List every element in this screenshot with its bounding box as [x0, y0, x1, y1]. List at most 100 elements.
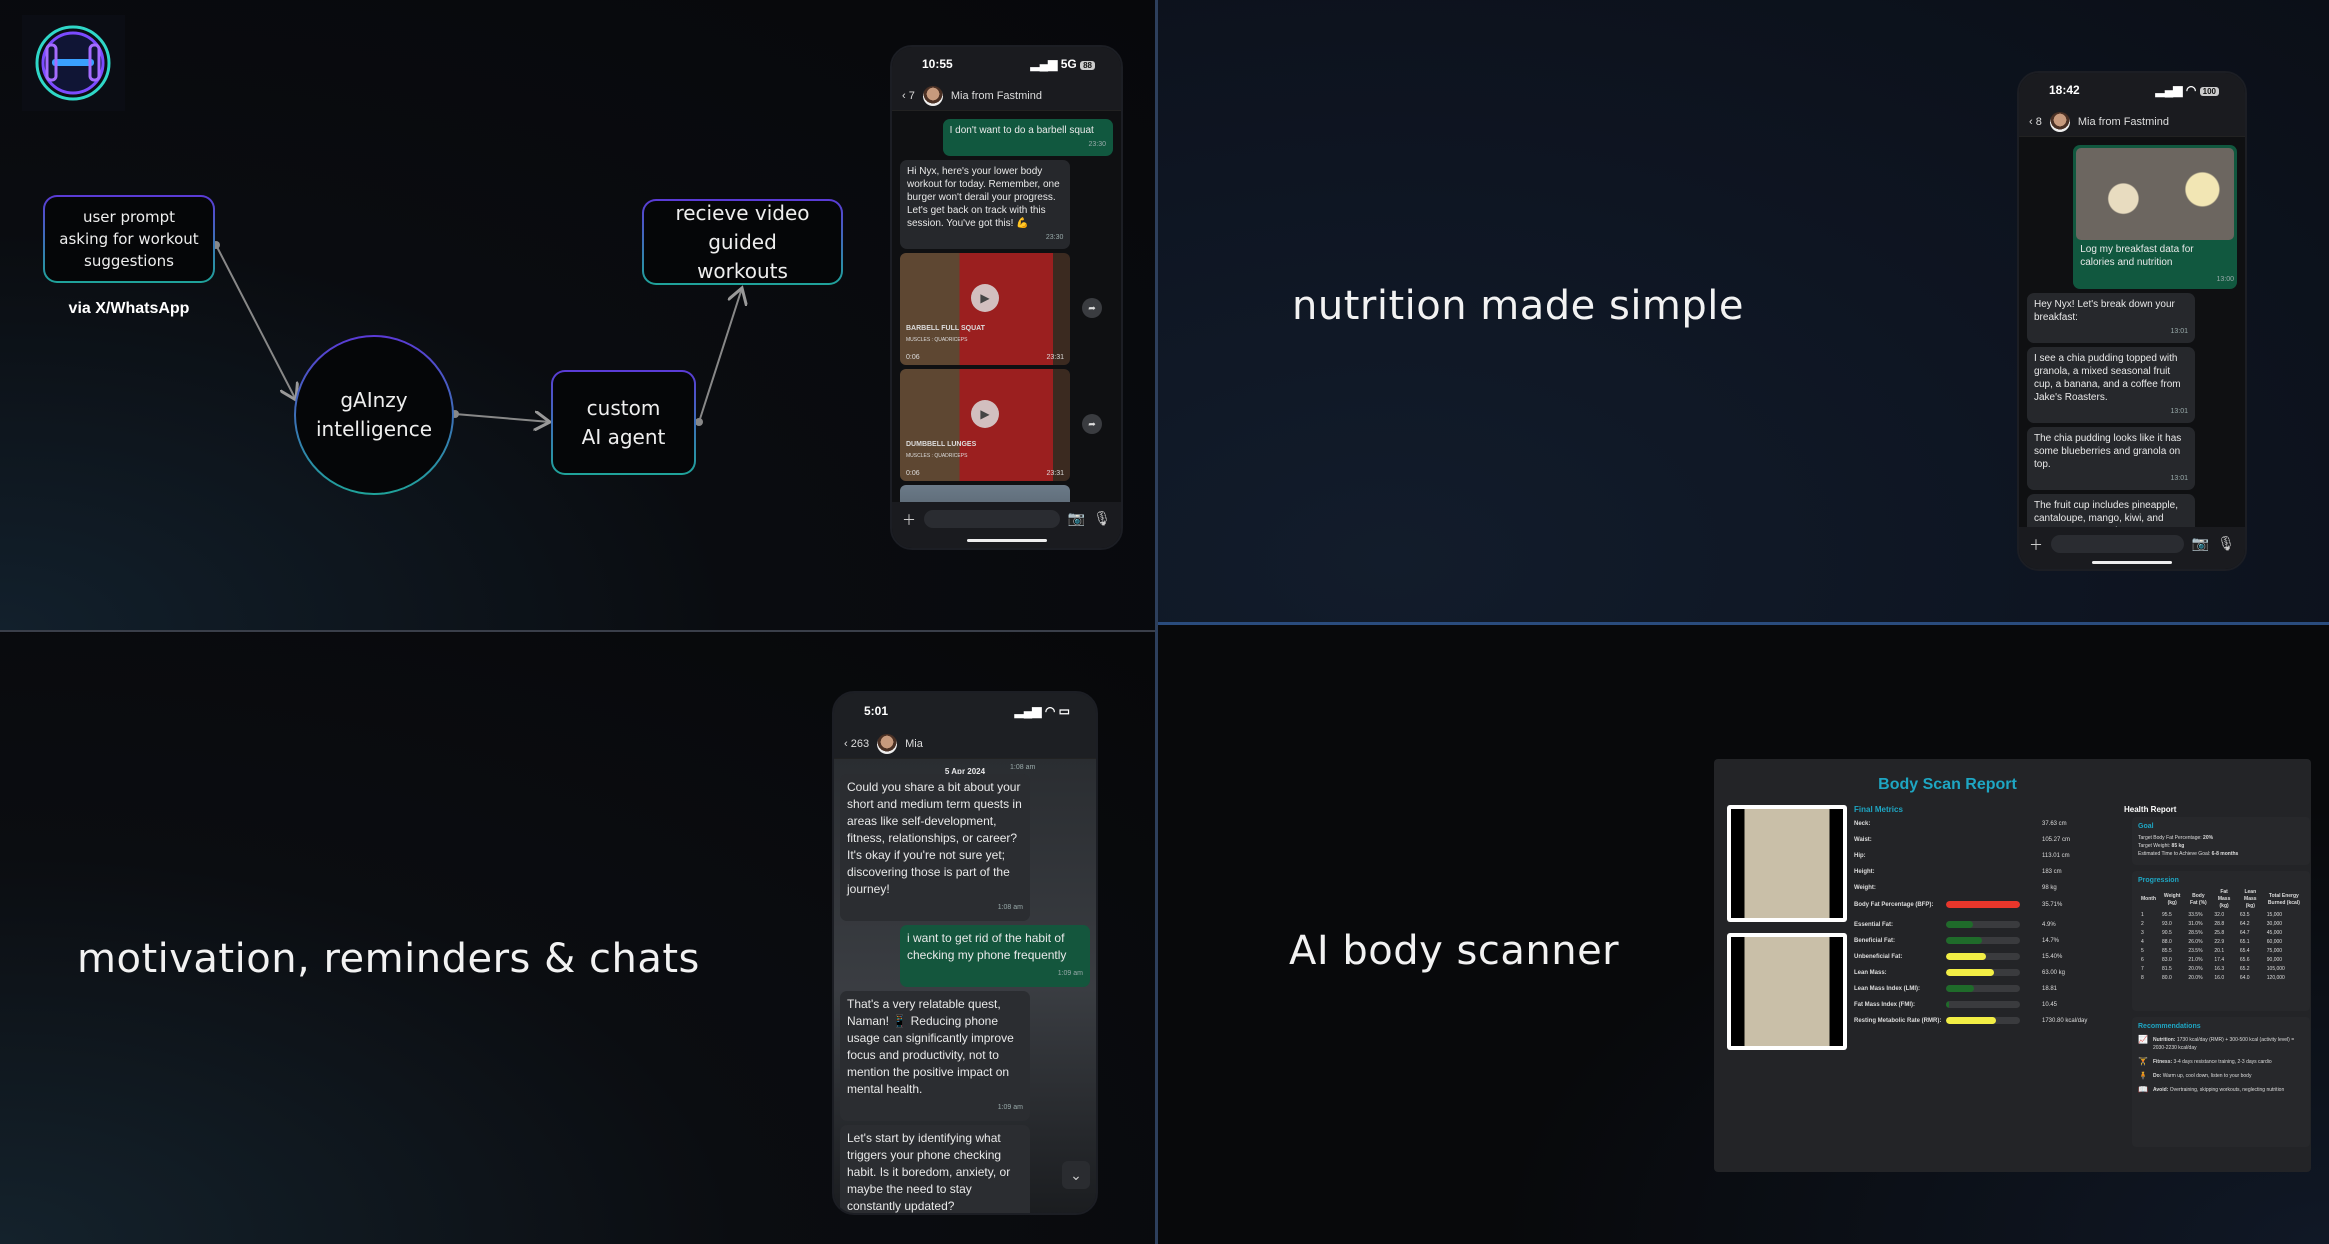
user-prompt-node: user prompt asking for workout suggestio…	[43, 195, 215, 283]
metric-row: Resting Metabolic Rate (RMR): 1730.80 kca…	[1854, 1017, 2144, 1024]
metric-label: Waist:	[1854, 837, 1872, 843]
camera-icon[interactable]: 📷	[2192, 535, 2209, 552]
message-text: Hi Nyx, here's your lower body workout f…	[907, 166, 1060, 229]
table-cell: 5	[2141, 948, 2144, 954]
chat-message[interactable]: The chia pudding looks like it has some …	[2027, 427, 2195, 490]
back-button[interactable]: ‹ 7	[902, 90, 915, 102]
contact-name[interactable]: Mia from Fastmind	[2078, 116, 2169, 128]
recommendation-detail: Warm up, cool down, listen to your body	[2161, 1073, 2252, 1079]
status-time: 18:42	[2049, 83, 2080, 97]
table-cell: 15,000	[2266, 912, 2283, 918]
chat-thread: 1:08 am 5 Apr 2024 Could you share a bit…	[834, 759, 1096, 1213]
metric-label: Body Fat Percentage (BFP):	[1854, 901, 1934, 908]
table-cell: 75,000	[2266, 948, 2283, 954]
message-text: I don't want to do a barbell squat	[949, 125, 1094, 136]
video-workouts-node: recieve video guided workouts	[642, 199, 843, 285]
microphone-icon[interactable]: 🎙	[2217, 535, 2235, 552]
table-cell: 80.0	[2162, 975, 2172, 981]
recommendation-label: Fitness:	[2152, 1059, 2173, 1065]
table-cell: 28.5%	[2188, 930, 2203, 936]
status-time: 10:55	[922, 57, 953, 71]
camera-icon[interactable]: 📷	[1068, 510, 1085, 527]
metric-bar-fill	[1946, 953, 1986, 960]
table-cell: 88.0	[2162, 939, 2172, 945]
microphone-icon[interactable]: 🎙	[1093, 510, 1111, 527]
table-cell: 45,000	[2266, 930, 2283, 936]
table-row: 7 81.5 20.0% 16.3 65.2 105,000	[2138, 965, 2304, 974]
back-button[interactable]: ‹ 263	[844, 738, 869, 750]
video-duration: 0:06	[906, 354, 920, 361]
metric-value: 98 kg	[2042, 885, 2057, 891]
recommendation-item: 📖 Avoid: Overtraining, skipping workouts,…	[2138, 1086, 2304, 1094]
progression-card: Progression Month Weight (kg) Body Fat (%)…	[2132, 871, 2310, 1011]
table-cell: 8	[2141, 975, 2144, 981]
chat-message[interactable]: Hi Nyx, here's your lower body workout f…	[900, 160, 1071, 249]
table-cell: 28.8	[2214, 921, 2225, 927]
chat-message[interactable]: Let's start by identifying what triggers…	[840, 1125, 1030, 1213]
progression-title: Progression	[2138, 877, 2179, 884]
metric-bar	[1946, 1001, 2020, 1008]
chat-message[interactable]: i want to get rid of the habit of checki…	[900, 925, 1090, 987]
message-composer: ＋ 📷 🎙	[892, 502, 1121, 548]
metric-bar-fill	[1946, 1017, 1996, 1024]
chat-message[interactable]: That's a very relatable quest, Naman! 📱 …	[840, 991, 1030, 1121]
workout-video[interactable]	[900, 485, 1070, 502]
goal-label: Estimated Time to Achieve Goal:	[2138, 851, 2212, 857]
workout-video[interactable]: ▶ DUMBBELL LUNGES MUSCLES : QUADRICEPS 0:06…	[900, 369, 1102, 481]
chat-message[interactable]: I see a chia pudding topped with granola…	[2027, 347, 2195, 423]
table-cell: 90.5	[2162, 930, 2172, 936]
recommendation-detail: 3-4 days resistance training, 2-3 days c…	[2172, 1059, 2272, 1065]
goal-title: Goal	[2138, 823, 2154, 830]
metric-label: Essential Fat:	[1854, 921, 1894, 928]
table-cell: 33.5%	[2188, 912, 2203, 918]
breakfast-photo[interactable]	[2076, 148, 2234, 240]
table-header: Month	[2141, 896, 2156, 902]
avatar[interactable]	[2049, 111, 2070, 132]
message-input[interactable]	[2051, 535, 2184, 553]
chart-increasing-icon: 📈	[2138, 1035, 2148, 1044]
forward-icon[interactable]: ➦	[1082, 298, 1102, 318]
forward-icon[interactable]: ➦	[1082, 414, 1102, 434]
plus-icon[interactable]: ＋	[902, 510, 916, 530]
contact-name[interactable]: Mia	[905, 738, 923, 750]
video-time: 23:31	[1046, 354, 1064, 361]
workout-video[interactable]: ▶ BARBELL FULL SQUAT MUSCLES : QUADRICEPS 0…	[900, 253, 1102, 365]
chat-message[interactable]: I don't want to do a barbell squat 23:30	[942, 119, 1113, 156]
message-text: The fruit cup includes pineapple, cantal…	[2034, 500, 2178, 527]
table-cell: 63.5	[2239, 912, 2250, 918]
back-button[interactable]: ‹ 8	[2029, 116, 2042, 128]
metric-label: Fat Mass Index (FMI):	[1854, 1001, 1916, 1008]
metric-label: Weight:	[1854, 885, 1876, 891]
network-label: 5G	[1060, 57, 1077, 71]
health-report-title: Health Report	[2124, 805, 2177, 814]
avatar[interactable]	[922, 85, 943, 106]
message-time: 1:09 am	[1057, 970, 1083, 977]
battery-indicator: 100	[2199, 87, 2219, 96]
plus-icon[interactable]: ＋	[2029, 535, 2043, 555]
table-cell: 6	[2141, 957, 2144, 963]
play-icon[interactable]: ▶	[971, 399, 999, 428]
nutrition-chat-phone: 18:42 ▂▄▆ ◠ 100 ‹ 8 Mia from Fastmind Log …	[2017, 71, 2247, 571]
play-icon[interactable]: ▶	[971, 283, 999, 312]
chat-message[interactable]: Hey Nyx! Let's break down your breakfast…	[2027, 293, 2195, 343]
goal-line: Target Weight: 85 kg	[2138, 842, 2304, 850]
table-row: 1 95.5 33.5% 32.0 63.5 15,000	[2138, 911, 2304, 920]
table-cell: 65.6	[2239, 957, 2250, 963]
table-cell: 17.4	[2214, 957, 2225, 963]
table-cell: 22.9	[2214, 939, 2225, 945]
goal-value: 6-8 months	[2211, 851, 2239, 857]
photo-message[interactable]: Log my breakfast data for calories and n…	[2073, 145, 2237, 289]
battery-indicator: 88	[1080, 61, 1095, 70]
avatar[interactable]	[877, 733, 898, 754]
scroll-down-button[interactable]: ⌄	[1062, 1161, 1090, 1189]
contact-name[interactable]: Mia from Fastmind	[951, 90, 1042, 102]
chat-message[interactable]: The fruit cup includes pineapple, cantal…	[2027, 494, 2195, 527]
chat-message[interactable]: Could you share a bit about your short a…	[840, 774, 1030, 921]
vertical-divider	[1155, 0, 1158, 1244]
front-body-photo	[1727, 933, 1847, 1050]
message-time: 23:30	[1045, 234, 1064, 241]
metric-row: Beneficial Fat: 14.7%	[1854, 937, 2144, 944]
table-cell: 3	[2141, 930, 2144, 936]
message-input[interactable]	[924, 510, 1060, 528]
metric-bar	[1946, 921, 2020, 928]
